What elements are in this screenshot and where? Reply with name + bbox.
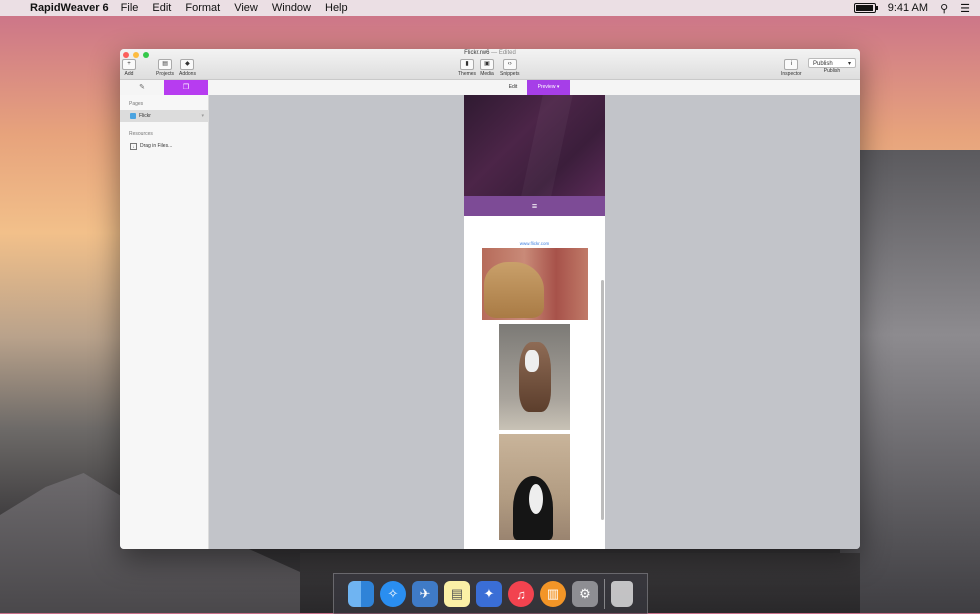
- desktop-mountain-right: [840, 150, 980, 613]
- mode-bar: ✎ ❐ Edit Preview ▾: [120, 80, 860, 96]
- spotlight-search-icon[interactable]: ⚲: [940, 2, 948, 15]
- app-menu[interactable]: RapidWeaver 6: [30, 2, 109, 14]
- plus-icon: +: [122, 59, 136, 70]
- title-bar: Flickr.rw6 — Edited + Add ▤ Projects ◆ A…: [120, 49, 860, 80]
- chevron-down-icon: ▾: [847, 61, 851, 67]
- notification-center-icon[interactable]: ☰: [960, 2, 970, 15]
- publish-control: Publish ▾ Publish: [808, 58, 856, 74]
- menu-edit[interactable]: Edit: [152, 2, 171, 14]
- menu-view[interactable]: View: [234, 2, 258, 14]
- trash-icon[interactable]: [611, 581, 633, 607]
- preview-scrollbar[interactable]: [601, 280, 604, 520]
- drag-in-files-label: Drag in Files...: [140, 143, 173, 149]
- hamburger-menu-icon[interactable]: ≡: [532, 201, 537, 211]
- inspector-button[interactable]: i Inspector: [781, 59, 802, 77]
- nav-bar: ≡: [464, 196, 605, 216]
- dock-separator: [604, 579, 605, 609]
- media-button[interactable]: ▣ Media: [480, 59, 494, 77]
- clock[interactable]: 9:41 AM: [888, 2, 928, 14]
- menu-bar: RapidWeaver 6 File Edit Format View Wind…: [0, 0, 980, 16]
- media-icon: ▣: [480, 59, 494, 70]
- system-preferences-icon[interactable]: ⚙: [572, 581, 598, 607]
- preview-area: ≡ www.flickr.com: [209, 95, 860, 549]
- document-name: Flickr.rw6: [464, 50, 490, 56]
- wrench-icon: ✎: [139, 84, 145, 91]
- chevron-down-icon[interactable]: ▾: [201, 113, 204, 119]
- pages-tab[interactable]: ❐: [164, 80, 208, 95]
- sidebar-item-flickr[interactable]: Flickr ▾: [120, 110, 208, 122]
- penguin-photo[interactable]: [499, 434, 570, 540]
- app-window: Flickr.rw6 — Edited + Add ▤ Projects ◆ A…: [120, 49, 860, 549]
- lion-photo[interactable]: [481, 248, 588, 320]
- goat-photo[interactable]: [499, 324, 570, 430]
- itunes-icon[interactable]: ♫: [508, 581, 534, 607]
- preview-mode-label: Preview: [537, 84, 556, 90]
- addons-button[interactable]: ◆ Addons: [179, 59, 196, 77]
- menu-file[interactable]: File: [121, 2, 139, 14]
- finder-icon[interactable]: [348, 581, 374, 607]
- menu-window[interactable]: Window: [272, 2, 311, 14]
- info-icon: i: [784, 59, 799, 70]
- publish-button[interactable]: Publish ▾: [808, 58, 856, 68]
- publish-button-label: Publish: [813, 61, 833, 67]
- menu-help[interactable]: Help: [325, 2, 348, 14]
- projects-button[interactable]: ▤ Projects: [156, 59, 174, 77]
- header-banner: [464, 95, 605, 196]
- flickr-link[interactable]: www.flickr.com: [464, 241, 605, 246]
- tools-tab[interactable]: ✎: [120, 80, 164, 95]
- themes-button[interactable]: ▮ Themes: [458, 59, 476, 77]
- publish-label: Publish: [823, 68, 841, 74]
- dock: ✧ ✈ ▤ ✦ ♫ ▥ ⚙: [333, 573, 648, 614]
- rapidweaver-icon[interactable]: ✦: [476, 581, 502, 607]
- home-icon: [130, 113, 136, 119]
- document-status: — Edited: [491, 50, 516, 56]
- addons-icon: ◆: [180, 59, 195, 70]
- sidebar-item-label: Flickr: [139, 113, 151, 119]
- edit-mode-button[interactable]: Edit: [499, 80, 527, 95]
- chevron-down-icon: ▾: [556, 84, 560, 90]
- notes-icon[interactable]: ▤: [444, 581, 470, 607]
- pages-icon: ❐: [182, 84, 190, 91]
- document-title: Flickr.rw6 — Edited: [120, 50, 860, 56]
- download-icon: ↓: [130, 142, 137, 150]
- mail-icon[interactable]: ✈: [412, 581, 438, 607]
- battery-icon[interactable]: [853, 3, 878, 13]
- projects-icon: ▤: [158, 59, 173, 70]
- pages-heading: Pages: [129, 101, 144, 107]
- snippets-icon: ‹›: [502, 59, 517, 70]
- ibooks-icon[interactable]: ▥: [540, 581, 566, 607]
- drag-in-files-item[interactable]: ↓ Drag in Files...: [120, 140, 208, 152]
- preview-mode-button[interactable]: Preview ▾: [527, 80, 570, 95]
- resources-heading: Resources: [129, 131, 153, 137]
- sidebar: Pages Flickr ▾ Resources ↓ Drag in Files…: [120, 95, 209, 549]
- snippets-button[interactable]: ‹› Snippets: [500, 59, 519, 77]
- menu-format[interactable]: Format: [185, 2, 220, 14]
- add-button[interactable]: + Add: [122, 59, 136, 77]
- themes-icon: ▮: [460, 59, 475, 70]
- safari-icon[interactable]: ✧: [380, 581, 406, 607]
- page-preview: ≡ www.flickr.com: [464, 95, 605, 549]
